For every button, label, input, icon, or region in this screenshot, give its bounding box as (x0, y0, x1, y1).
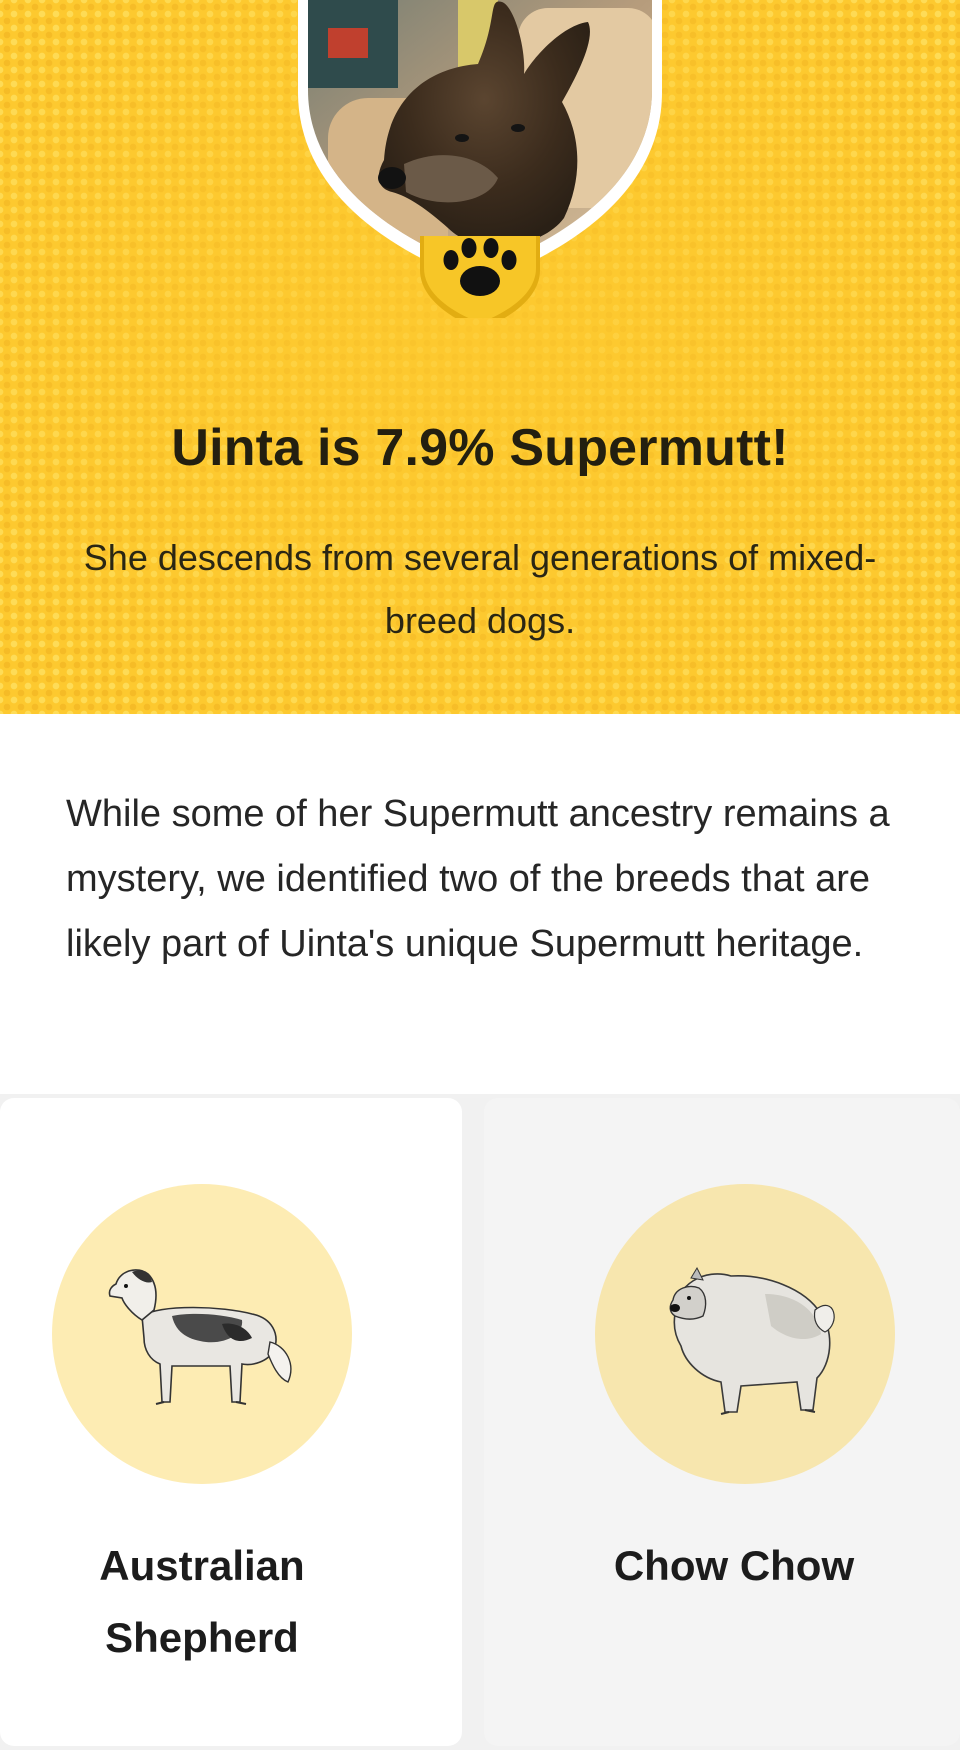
breed-name: Chow Chow (613, 1542, 855, 1589)
breed-name: Australian Shepherd (99, 1542, 305, 1661)
australian-shepherd-illustration (108, 1269, 292, 1405)
ancestry-intro: While some of her Supermutt ancestry rem… (0, 714, 960, 1094)
breed-card-australian-shepherd[interactable]: Australian Shepherd (0, 1098, 462, 1746)
dog-profile-badge (288, 0, 672, 318)
breed-card-chow-chow[interactable]: Chow Chow (484, 1098, 960, 1746)
supermutt-hero: Uinta is 7.9% Supermutt! She descends fr… (0, 0, 960, 714)
breed-image-circle (52, 1184, 352, 1484)
ancestry-intro-text: While some of her Supermutt ancestry rem… (66, 793, 890, 965)
breed-image-circle (595, 1184, 895, 1484)
chow-chow-illustration (669, 1266, 835, 1415)
supermutt-percentage-title: Uinta is 7.9% Supermutt! (171, 419, 789, 477)
supermutt-description: She descends from several generations of… (83, 537, 877, 641)
